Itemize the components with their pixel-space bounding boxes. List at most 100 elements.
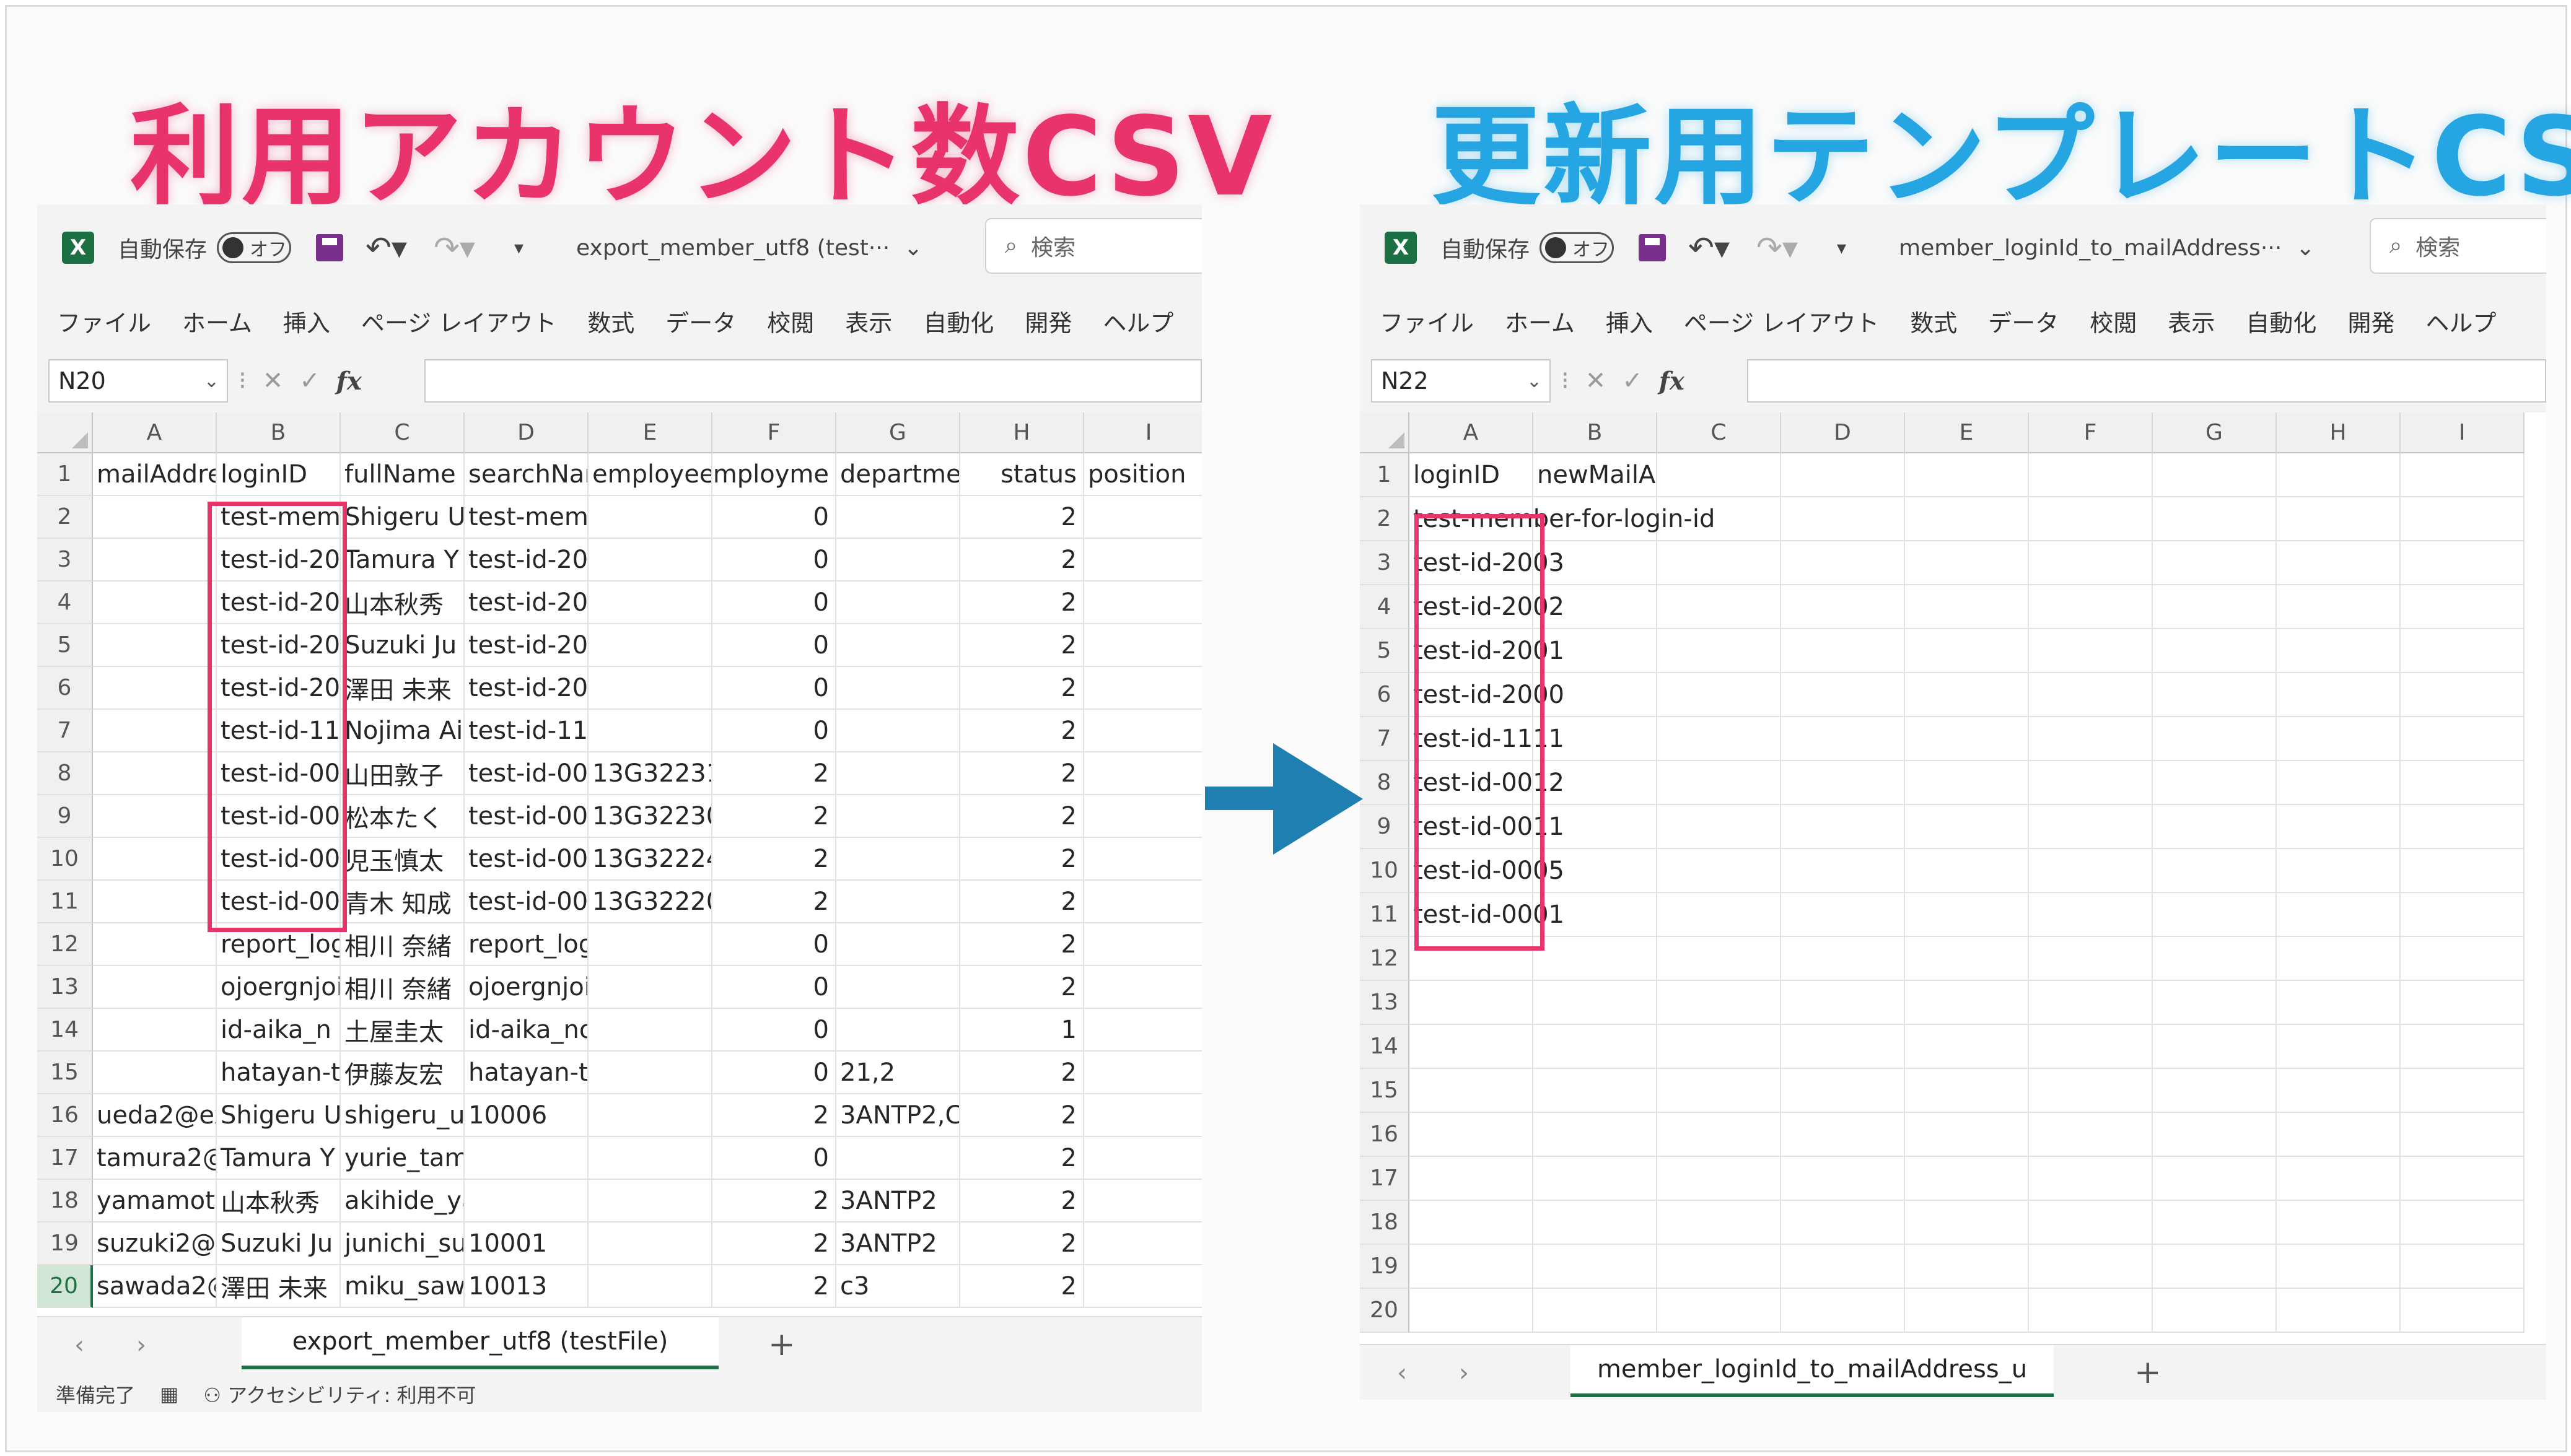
- cell[interactable]: [2029, 1069, 2153, 1113]
- cell[interactable]: [1657, 541, 1781, 585]
- cell[interactable]: [2153, 629, 2277, 673]
- cell[interactable]: [2277, 453, 2401, 497]
- cell[interactable]: [1781, 629, 1905, 673]
- cell[interactable]: test-id-00: [465, 795, 589, 838]
- cell[interactable]: 0: [712, 923, 836, 966]
- name-box[interactable]: N22 ⌄: [1371, 359, 1551, 403]
- cell[interactable]: 2: [960, 923, 1084, 966]
- column-header[interactable]: B: [1533, 412, 1657, 453]
- cell[interactable]: 2: [960, 881, 1084, 923]
- cell[interactable]: [1084, 1052, 1202, 1094]
- column-header[interactable]: E: [1905, 412, 2029, 453]
- cell[interactable]: [2029, 497, 2153, 541]
- cell[interactable]: [836, 667, 960, 710]
- cell[interactable]: [2153, 1245, 2277, 1289]
- cell[interactable]: [93, 539, 217, 582]
- cell[interactable]: [2401, 805, 2525, 849]
- cell[interactable]: 13G32224: [589, 838, 712, 881]
- row-header[interactable]: 6: [1360, 673, 1409, 717]
- cell[interactable]: [1657, 673, 1781, 717]
- cell[interactable]: [2277, 673, 2401, 717]
- row-header[interactable]: 19: [37, 1223, 93, 1265]
- cell[interactable]: [2029, 761, 2153, 805]
- row-header[interactable]: 12: [1360, 937, 1409, 981]
- cell[interactable]: [1905, 453, 2029, 497]
- cell[interactable]: 3ANTP2,C: [836, 1094, 960, 1137]
- cell[interactable]: 2: [960, 795, 1084, 838]
- cell[interactable]: test-id-2000: [465, 667, 589, 710]
- cell[interactable]: yurie_tamura: [341, 1137, 465, 1180]
- cell[interactable]: [2401, 1069, 2525, 1113]
- cell[interactable]: [836, 496, 960, 539]
- row-header[interactable]: 17: [37, 1137, 93, 1180]
- cell[interactable]: [1084, 752, 1202, 795]
- cell[interactable]: 2: [960, 667, 1084, 710]
- cell[interactable]: [1084, 1180, 1202, 1223]
- cell[interactable]: 2: [712, 1094, 836, 1137]
- cell[interactable]: [1905, 761, 2029, 805]
- cell[interactable]: [1533, 937, 1657, 981]
- cell[interactable]: Tamura Y: [341, 539, 465, 582]
- row-header[interactable]: 14: [1360, 1025, 1409, 1069]
- row-header[interactable]: 3: [37, 539, 93, 582]
- cell[interactable]: [2153, 1157, 2277, 1201]
- cell[interactable]: [2401, 893, 2525, 937]
- cell[interactable]: [1781, 1113, 1905, 1157]
- cell[interactable]: [836, 624, 960, 667]
- cell[interactable]: [589, 582, 712, 624]
- cell[interactable]: 山本秋秀: [217, 1180, 341, 1223]
- cell[interactable]: [2277, 1069, 2401, 1113]
- cell[interactable]: [2277, 585, 2401, 629]
- cell[interactable]: [465, 1180, 589, 1223]
- cell[interactable]: [836, 1009, 960, 1052]
- cell[interactable]: [589, 1180, 712, 1223]
- row-header[interactable]: 20: [37, 1265, 93, 1308]
- cell[interactable]: [1657, 453, 1781, 497]
- cell[interactable]: [2153, 1289, 2277, 1333]
- menu-item-7[interactable]: 表示: [2168, 304, 2215, 338]
- cell[interactable]: [1084, 496, 1202, 539]
- cell[interactable]: [2401, 1245, 2525, 1289]
- cell[interactable]: [1781, 673, 1905, 717]
- cell[interactable]: [2401, 1025, 2525, 1069]
- cell[interactable]: [2029, 1025, 2153, 1069]
- cell[interactable]: [93, 710, 217, 752]
- cell[interactable]: [1657, 1201, 1781, 1245]
- cell[interactable]: [2029, 629, 2153, 673]
- cell[interactable]: [589, 966, 712, 1009]
- select-all-corner[interactable]: [1360, 412, 1409, 453]
- cell[interactable]: [2277, 1201, 2401, 1245]
- menu-item-3[interactable]: ページ レイアウト: [1684, 304, 1879, 338]
- cell[interactable]: [836, 752, 960, 795]
- row-header[interactable]: 7: [1360, 717, 1409, 761]
- name-box[interactable]: N20 ⌄: [48, 359, 228, 403]
- cell[interactable]: searchNar: [465, 453, 589, 496]
- column-header[interactable]: F: [2029, 412, 2153, 453]
- cell[interactable]: 0: [712, 710, 836, 752]
- cell[interactable]: [1781, 761, 1905, 805]
- cell[interactable]: 0: [712, 582, 836, 624]
- cell[interactable]: ojoergnjoinrgoianroi: [465, 966, 589, 1009]
- menu-item-8[interactable]: 自動化: [923, 304, 994, 338]
- cell[interactable]: 2: [960, 1094, 1084, 1137]
- insert-function-button[interactable]: fx: [336, 367, 362, 396]
- cell[interactable]: [2277, 981, 2401, 1025]
- cell[interactable]: [1084, 966, 1202, 1009]
- cell[interactable]: [2029, 1245, 2153, 1289]
- cell[interactable]: [2277, 1245, 2401, 1289]
- cell[interactable]: 2: [960, 1052, 1084, 1094]
- cell[interactable]: id-aika_n: [217, 1009, 341, 1052]
- cell[interactable]: 3ANTP2: [836, 1180, 960, 1223]
- cell[interactable]: [2029, 1157, 2153, 1201]
- cell[interactable]: [589, 1052, 712, 1094]
- enter-icon[interactable]: ✓: [299, 367, 320, 395]
- formula-input[interactable]: [424, 359, 1202, 403]
- row-header[interactable]: 8: [1360, 761, 1409, 805]
- cell[interactable]: [2153, 805, 2277, 849]
- filename-title[interactable]: export_member_utf8 (test··· ⌄: [576, 230, 922, 265]
- menu-item-4[interactable]: 数式: [587, 304, 634, 338]
- cell[interactable]: [2029, 1201, 2153, 1245]
- cell[interactable]: newMailAddress: [1533, 453, 1657, 497]
- cell[interactable]: [1409, 1069, 1533, 1113]
- cell[interactable]: [1409, 1245, 1533, 1289]
